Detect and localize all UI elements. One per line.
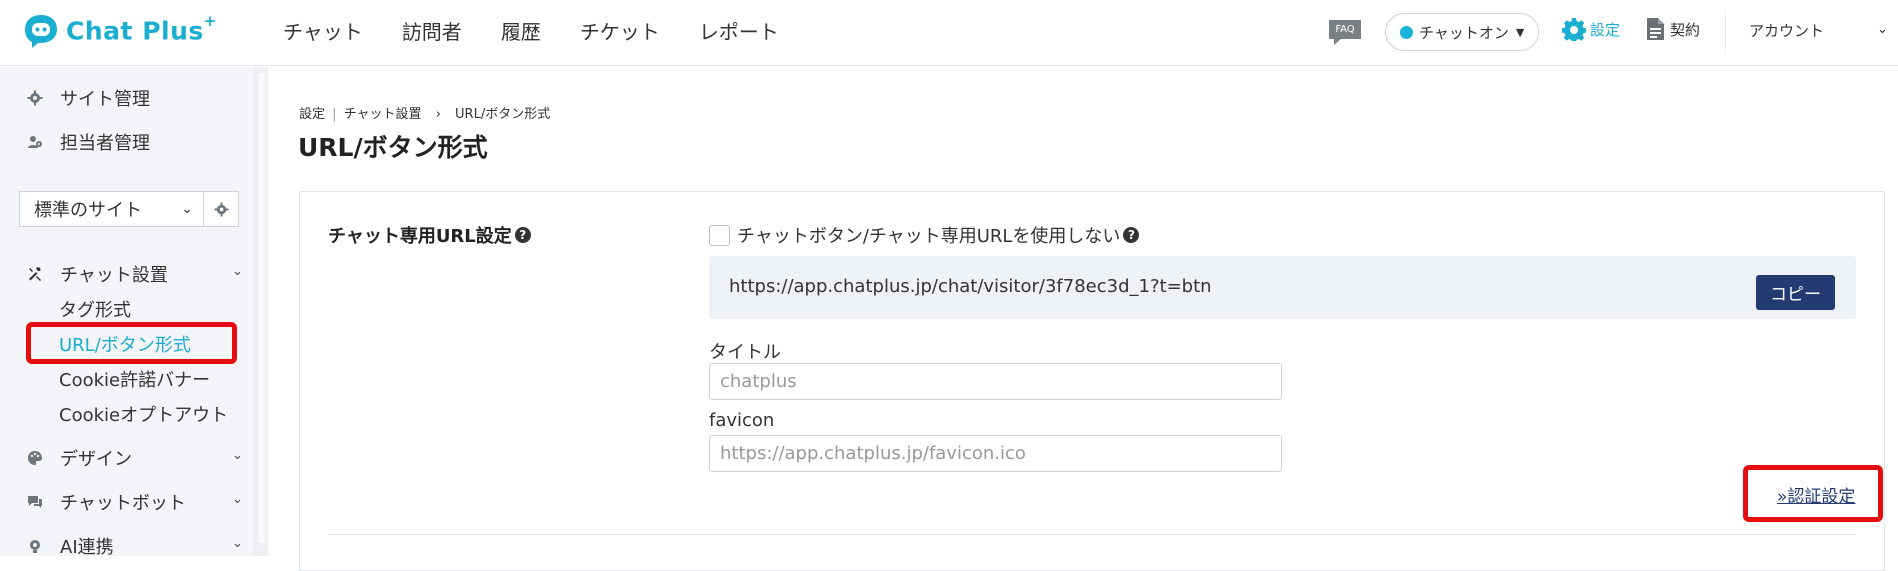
chatplus-logo-icon xyxy=(22,12,60,50)
main-nav: チャット 訪問者 履歴 チケット レポート xyxy=(283,0,818,60)
sidebar-item-label: 担当者管理 xyxy=(60,133,150,154)
section-divider xyxy=(328,534,1856,535)
title-input[interactable] xyxy=(709,363,1282,400)
status-label: チャットオン xyxy=(1419,23,1509,42)
tools-icon xyxy=(26,265,44,283)
contract-link[interactable]: 契約 xyxy=(1646,17,1700,41)
sidebar-item-site-management[interactable]: サイト管理 xyxy=(26,85,150,111)
faq-icon[interactable]: FAQ xyxy=(1327,18,1363,46)
status-dot-icon xyxy=(1400,25,1413,39)
site-select[interactable]: 標準のサイト ⌄ xyxy=(19,191,204,227)
nav-chat[interactable]: チャット xyxy=(283,16,363,45)
sidebar-item-design[interactable]: デザイン xyxy=(26,445,132,471)
breadcrumb: 設定 | チャット設置 › URL/ボタン形式 xyxy=(299,103,550,122)
favicon-label: favicon xyxy=(709,410,775,431)
chevron-down-icon: ⌄ xyxy=(181,201,193,217)
settings-label: 設定 xyxy=(1590,20,1621,39)
scrollbar-thumb[interactable] xyxy=(258,73,265,543)
chevron-down-icon[interactable]: ⌄ xyxy=(232,536,243,551)
help-icon[interactable]: ? xyxy=(514,227,531,243)
settings-link[interactable]: 設定 xyxy=(1562,17,1620,41)
help-icon[interactable]: ? xyxy=(1123,227,1140,243)
disable-url-checkbox-row: チャットボタン/チャット専用URLを使用しない ? xyxy=(709,222,1140,248)
chevron-down-icon[interactable]: ⌄ xyxy=(232,264,243,279)
site-settings-button[interactable] xyxy=(204,191,239,227)
ai-icon xyxy=(26,537,44,555)
palette-icon xyxy=(26,449,44,467)
breadcrumb-settings[interactable]: 設定 xyxy=(299,107,325,122)
gear-icon xyxy=(26,89,44,107)
sidebar-item-ai[interactable]: AI連携 xyxy=(26,533,114,559)
top-bar: Chat Plus+ チャット 訪問者 履歴 チケット レポート FAQ チャッ… xyxy=(0,0,1898,66)
chevron-down-icon: ▼ xyxy=(1515,25,1525,39)
sidebar-item-label: AI連携 xyxy=(60,537,114,558)
logo-text-chat: Chat xyxy=(66,16,133,46)
chevron-down-icon[interactable]: ⌄ xyxy=(232,492,243,507)
chevron-down-icon[interactable]: ⌄ xyxy=(232,448,243,463)
header-divider xyxy=(1725,14,1726,50)
logo-superscript: + xyxy=(203,12,217,31)
account-chevron-down-icon[interactable]: ⌄ xyxy=(1877,22,1888,37)
site-select-value: 標準のサイト xyxy=(34,200,142,221)
section-label: チャット専用URL設定 ? xyxy=(328,222,531,248)
breadcrumb-current: URL/ボタン形式 xyxy=(455,107,551,122)
checkbox-label[interactable]: チャットボタン/チャット専用URLを使用しない xyxy=(737,222,1120,248)
section-title: チャット専用URL設定 xyxy=(328,226,512,247)
chat-url-text: https://app.chatplus.jp/chat/visitor/3f7… xyxy=(729,276,1212,297)
account-menu[interactable]: アカウント xyxy=(1749,20,1824,41)
contract-label: 契約 xyxy=(1670,20,1701,39)
highlight-box-sidebar xyxy=(26,322,237,364)
logo-text-plus: Plus xyxy=(142,16,204,46)
page-title: URL/ボタン形式 xyxy=(298,133,488,162)
chat-status-dropdown[interactable]: チャットオン ▼ xyxy=(1385,13,1539,51)
title-label: タイトル xyxy=(709,342,781,363)
faq-label: FAQ xyxy=(1335,24,1354,35)
sidebar-item-chat-setup[interactable]: チャット設置 xyxy=(26,261,168,287)
disable-url-checkbox[interactable] xyxy=(709,224,730,246)
favicon-input[interactable] xyxy=(709,435,1282,472)
highlight-box-auth xyxy=(1743,465,1883,522)
breadcrumb-arrow: › xyxy=(435,107,441,122)
sidebar-scrollbar[interactable] xyxy=(254,67,268,556)
gear-icon xyxy=(1562,17,1586,41)
nav-visitors[interactable]: 訪問者 xyxy=(402,16,462,45)
nav-tickets[interactable]: チケット xyxy=(580,16,660,45)
chatplus-logo[interactable]: Chat Plus+ xyxy=(22,12,217,50)
user-icon xyxy=(26,133,44,151)
sidebar-item-agent-management[interactable]: 担当者管理 xyxy=(26,129,150,155)
sidebar-item-label: デザイン xyxy=(60,449,132,470)
chat-bubble-icon xyxy=(26,493,44,511)
sidebar-subitem-cookie-optout[interactable]: Cookieオプトアウト xyxy=(59,401,228,427)
breadcrumb-separator: | xyxy=(332,107,337,122)
sidebar-subitem-cookie-banner[interactable]: Cookie許諾バナー xyxy=(59,366,210,392)
copy-button[interactable]: コピー xyxy=(1756,275,1835,310)
nav-history[interactable]: 履歴 xyxy=(501,16,541,45)
sidebar-subitem-tag-format[interactable]: タグ形式 xyxy=(59,296,131,322)
sidebar-item-label: チャット設置 xyxy=(60,265,168,286)
sidebar-item-chatbot[interactable]: チャットボット xyxy=(26,489,186,515)
nav-reports[interactable]: レポート xyxy=(699,16,779,45)
gear-icon xyxy=(213,201,229,217)
breadcrumb-chat-setup[interactable]: チャット設置 xyxy=(344,107,422,122)
sidebar-item-label: サイト管理 xyxy=(60,89,150,110)
sidebar-item-label: チャットボット xyxy=(60,493,186,514)
document-icon xyxy=(1646,17,1665,41)
